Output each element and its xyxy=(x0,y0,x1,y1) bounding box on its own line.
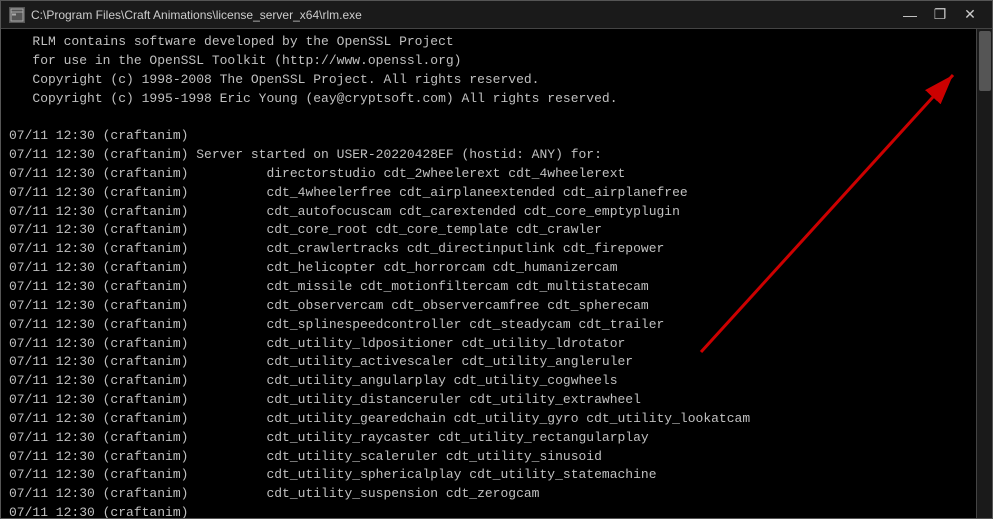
titlebar-left: C:\Program Files\Craft Animations\licens… xyxy=(9,7,362,23)
maximize-button[interactable]: ❐ xyxy=(926,4,954,26)
scrollbar-thumb[interactable] xyxy=(979,31,991,91)
app-icon xyxy=(9,7,25,23)
terminal-output: RLM contains software developed by the O… xyxy=(1,29,976,518)
window-controls: — ❐ ✕ xyxy=(896,4,984,26)
window-title: C:\Program Files\Craft Animations\licens… xyxy=(31,8,362,22)
close-button[interactable]: ✕ xyxy=(956,4,984,26)
content-area: RLM contains software developed by the O… xyxy=(1,29,992,518)
scrollbar[interactable] xyxy=(976,29,992,518)
titlebar: C:\Program Files\Craft Animations\licens… xyxy=(1,1,992,29)
main-window: C:\Program Files\Craft Animations\licens… xyxy=(0,0,993,519)
minimize-button[interactable]: — xyxy=(896,4,924,26)
